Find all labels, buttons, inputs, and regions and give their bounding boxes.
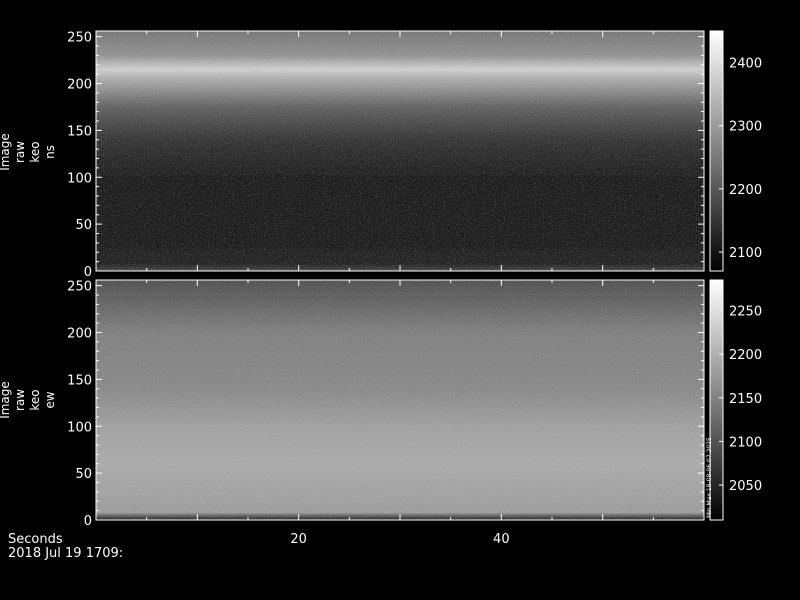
y-tick-label: 250 bbox=[67, 280, 92, 295]
y-axis-label-ew: Image raw keo ew bbox=[0, 381, 57, 419]
y-label-line: ew bbox=[43, 391, 57, 408]
y-tick-label: 0 bbox=[84, 514, 92, 529]
y-label-line: Image bbox=[0, 133, 12, 171]
y-label-line: Image bbox=[0, 381, 12, 419]
colorbar-ns bbox=[709, 30, 724, 272]
panel-ns: 0 50 100 150 200 250 Image raw keo ns 2100 220… bbox=[0, 30, 762, 280]
x-axis-label: Seconds bbox=[8, 532, 63, 547]
y-label-line: ns bbox=[43, 145, 57, 159]
panel-ew: 0 50 100 150 200 250 20 40 Image raw keo ew 20… bbox=[0, 279, 762, 547]
x-tick-label: 20 bbox=[290, 532, 307, 547]
y-tick-label: 200 bbox=[67, 327, 92, 342]
colorbar-tick-label: 2100 bbox=[729, 246, 762, 261]
y-tick-label: 200 bbox=[67, 78, 92, 93]
colorbar-ticks-ns: 2100 2200 2300 2400 bbox=[719, 57, 762, 261]
timestamp-label: 2018 Jul 19 1709: bbox=[8, 546, 123, 561]
x-tick-label: 40 bbox=[493, 532, 510, 547]
colorbar-tick-label: 2050 bbox=[729, 479, 762, 494]
y-tick-label: 150 bbox=[67, 124, 92, 139]
y-tick-label: 100 bbox=[67, 420, 92, 435]
colorbar-annotation: Min Max 18-08-06.07.2025 bbox=[706, 437, 713, 518]
y-tick-label: 250 bbox=[67, 31, 92, 46]
y-tick-label: 150 bbox=[67, 373, 92, 388]
y-tick-label: 50 bbox=[75, 467, 92, 482]
colorbar-tick-label: 2200 bbox=[729, 183, 762, 198]
y-tick-label: 50 bbox=[75, 218, 92, 233]
heatmap-image-ns bbox=[96, 31, 704, 271]
heatmap-image-ew bbox=[96, 280, 704, 520]
y-label-line: raw bbox=[13, 141, 27, 163]
colorbar-tick-label: 2300 bbox=[729, 120, 762, 135]
y-label-line: keo bbox=[28, 141, 42, 162]
y-axis-label-ns: Image raw keo ns bbox=[0, 133, 57, 171]
y-tick-label: 100 bbox=[67, 171, 92, 186]
colorbar-tick-label: 2150 bbox=[729, 392, 762, 407]
colorbar-tick-label: 2100 bbox=[729, 435, 762, 450]
colorbar-tick-label: 2400 bbox=[729, 57, 762, 72]
y-tick-label: 0 bbox=[84, 265, 92, 280]
colorbar-ticks-ew: 2050 2100 2150 2200 2250 bbox=[719, 305, 762, 494]
y-label-line: raw bbox=[13, 389, 27, 411]
keogram-figure: 050100150200250 Image raw keo ns 2100220… bbox=[0, 30, 762, 561]
y-label-line: keo bbox=[28, 389, 42, 410]
colorbar-tick-label: 2250 bbox=[729, 305, 762, 320]
colorbar-tick-label: 2200 bbox=[729, 348, 762, 363]
